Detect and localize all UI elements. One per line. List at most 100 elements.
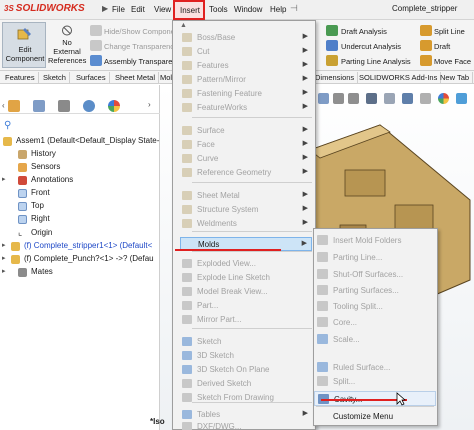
menu-help[interactable]: Help bbox=[270, 5, 286, 14]
move-face-command[interactable]: Move Face bbox=[434, 57, 471, 66]
molds-menu-item-customize-menu[interactable]: Customize Menu bbox=[314, 409, 436, 424]
molds-menu-item-scale[interactable]: Scale... bbox=[314, 332, 436, 347]
solidworks-logo[interactable]: 3S SOLIDWORKS bbox=[4, 3, 85, 14]
view-orientation-icon[interactable] bbox=[384, 93, 395, 104]
submenu-arrow-icon: ▶ bbox=[302, 219, 308, 226]
menu-expand-arrow-icon[interactable]: ▶ bbox=[102, 4, 108, 13]
tab-sketch[interactable]: Sketch bbox=[40, 72, 70, 84]
insert-menu-item-featureworks[interactable]: FeatureWorks ▶ bbox=[180, 101, 312, 115]
insert-menu-item-cut[interactable]: Cut ▶ bbox=[180, 45, 312, 59]
no-external-references-button[interactable]: No External References bbox=[48, 22, 86, 68]
menu-item-icon bbox=[182, 103, 192, 112]
menu-item-label: Parting Line... bbox=[333, 253, 383, 262]
insert-menu-item-sheet-metal[interactable]: Sheet Metal ▶ bbox=[180, 189, 312, 203]
menu-window[interactable]: Window bbox=[234, 5, 262, 14]
section-view-icon[interactable] bbox=[366, 93, 377, 104]
change-transparency-command[interactable]: Change Transparency bbox=[104, 42, 178, 51]
insert-menu-item-face[interactable]: Face ▶ bbox=[180, 138, 312, 152]
tab-addins[interactable]: SOLIDWORKS Add-Ins bbox=[356, 72, 442, 84]
expand-arrow-icon[interactable]: ▸ bbox=[2, 241, 6, 249]
tab-surfaces[interactable]: Surfaces bbox=[73, 72, 110, 84]
edit-appearance-icon[interactable] bbox=[438, 93, 449, 104]
insert-menu-item-weldments[interactable]: Weldments ▶ bbox=[180, 217, 312, 231]
previous-view-icon[interactable] bbox=[348, 93, 359, 104]
expand-arrow-icon[interactable]: ▸ bbox=[2, 254, 6, 262]
dimxpert-tab-icon[interactable] bbox=[83, 100, 95, 112]
configuration-manager-tab-icon[interactable] bbox=[58, 100, 70, 112]
menu-scroll-up-icon[interactable]: ▲ bbox=[180, 22, 310, 30]
expand-arrow-icon[interactable]: ▸ bbox=[2, 267, 6, 275]
insert-menu-item-3d-sketch[interactable]: 3D Sketch bbox=[180, 349, 312, 363]
tree-item-top[interactable]: Top bbox=[6, 201, 44, 211]
menu-item-label: Parting Surfaces... bbox=[333, 286, 399, 295]
tree-item-front[interactable]: Front bbox=[6, 188, 50, 198]
molds-menu-item-parting-surfaces[interactable]: Parting Surfaces... bbox=[314, 283, 436, 298]
insert-menu-item-explode-line-sketch[interactable]: Explode Line Sketch bbox=[180, 271, 312, 285]
filter-icon[interactable]: ⚲ bbox=[4, 120, 11, 131]
insert-menu-item-features[interactable]: Features ▶ bbox=[180, 59, 312, 73]
zoom-to-fit-icon[interactable] bbox=[318, 93, 329, 104]
insert-menu-item-3d-sketch-on-plane[interactable]: 3D Sketch On Plane bbox=[180, 363, 312, 377]
menu-item-label: Sketch From Drawing bbox=[197, 393, 274, 402]
tree-item-history[interactable]: History bbox=[6, 149, 56, 159]
panel-expand-icon[interactable]: ‹ bbox=[2, 101, 5, 110]
pin-icon[interactable]: ⊣ bbox=[290, 3, 298, 14]
insert-menu-item-dxf-dwg[interactable]: DXF/DWG... bbox=[180, 420, 312, 430]
draft-analysis-command[interactable]: Draft Analysis bbox=[341, 27, 387, 36]
insert-menu-item-surface[interactable]: Surface ▶ bbox=[180, 124, 312, 138]
insert-menu-item-fastening-feature[interactable]: Fastening Feature ▶ bbox=[180, 87, 312, 101]
display-manager-tab-icon[interactable] bbox=[108, 100, 120, 112]
tab-new[interactable]: New Tab bbox=[437, 72, 474, 84]
menu-file[interactable]: File bbox=[112, 5, 125, 14]
molds-menu-item-insert-mold-folders[interactable]: Insert Mold Folders bbox=[314, 233, 436, 248]
property-manager-tab-icon[interactable] bbox=[33, 100, 45, 112]
insert-menu-item-curve[interactable]: Curve ▶ bbox=[180, 152, 312, 166]
tree-item-right[interactable]: Right bbox=[6, 214, 50, 224]
zoom-area-icon[interactable] bbox=[333, 93, 344, 104]
menu-insert[interactable]: Insert bbox=[173, 0, 205, 20]
tree-item-annotations[interactable]: ▸ Annotations bbox=[2, 175, 73, 185]
menu-separator bbox=[192, 117, 312, 118]
molds-menu-item-ruled-surface[interactable]: Ruled Surface... bbox=[314, 360, 436, 375]
insert-menu-item-model-break-view[interactable]: Model Break View... bbox=[180, 285, 312, 299]
feature-manager-tab-icon[interactable] bbox=[8, 100, 20, 112]
menu-tools[interactable]: Tools bbox=[209, 5, 228, 14]
parting-line-analysis-command[interactable]: Parting Line Analysis bbox=[341, 57, 411, 66]
tab-features[interactable]: Features bbox=[2, 72, 39, 84]
split-line-command[interactable]: Split Line bbox=[434, 27, 465, 36]
insert-menu-item-part[interactable]: Part... bbox=[180, 299, 312, 313]
insert-menu-item-mirror-part[interactable]: Mirror Part... bbox=[180, 313, 312, 327]
tree-item-mates[interactable]: ▸ Mates bbox=[2, 267, 53, 277]
menu-view[interactable]: View bbox=[154, 5, 171, 14]
draft-command[interactable]: Draft bbox=[434, 42, 450, 51]
insert-menu-item-structure-system[interactable]: Structure System ▶ bbox=[180, 203, 312, 217]
menu-edit[interactable]: Edit bbox=[131, 5, 145, 14]
molds-highlight-underline bbox=[175, 249, 281, 251]
insert-menu-item-sketch[interactable]: Sketch bbox=[180, 335, 312, 349]
molds-menu-item-parting-line[interactable]: Parting Line... bbox=[314, 250, 436, 265]
insert-menu-item-boss-base[interactable]: Boss/Base ▶ bbox=[180, 31, 312, 45]
scene-icon[interactable] bbox=[456, 93, 467, 104]
molds-menu-item-core[interactable]: Core... bbox=[314, 315, 436, 330]
display-style-icon[interactable] bbox=[402, 93, 413, 104]
molds-menu-item-split[interactable]: Split... bbox=[314, 374, 436, 389]
molds-menu-item-shut-off-surfaces[interactable]: Shut-Off Surfaces... bbox=[314, 267, 436, 282]
tree-item-complete-stripper[interactable]: ▸ (f) Complete_stripper1<1> (Default< bbox=[2, 241, 152, 251]
panel-collapse-icon[interactable]: › bbox=[148, 100, 151, 109]
expand-arrow-icon[interactable]: ▸ bbox=[2, 175, 6, 183]
tree-item-sensors[interactable]: Sensors bbox=[6, 162, 60, 172]
insert-menu-item-exploded-view[interactable]: Exploded View... bbox=[180, 257, 312, 271]
menu-item-icon bbox=[182, 33, 192, 42]
tree-item-origin[interactable]: ⌞ Origin bbox=[6, 227, 52, 237]
tab-dimensions[interactable]: Dimensions bbox=[312, 72, 359, 84]
insert-menu-item-pattern-mirror[interactable]: Pattern/Mirror ▶ bbox=[180, 73, 312, 87]
edit-component-button[interactable]: Edit Component bbox=[2, 22, 46, 68]
molds-menu-item-tooling-split[interactable]: Tooling Split... bbox=[314, 299, 436, 314]
hide-show-items-icon[interactable] bbox=[420, 93, 431, 104]
tab-sheet-metal[interactable]: Sheet Metal bbox=[112, 72, 160, 84]
insert-menu-item-reference-geometry[interactable]: Reference Geometry ▶ bbox=[180, 166, 312, 180]
tree-item-complete-punch[interactable]: ▸ (f) Complete_Punch?<1> ->? (Defau bbox=[2, 254, 154, 264]
tree-root[interactable]: Assem1 (Default<Default_Display State- bbox=[3, 136, 159, 146]
undercut-analysis-command[interactable]: Undercut Analysis bbox=[341, 42, 401, 51]
insert-menu-item-derived-sketch[interactable]: Derived Sketch bbox=[180, 377, 312, 391]
